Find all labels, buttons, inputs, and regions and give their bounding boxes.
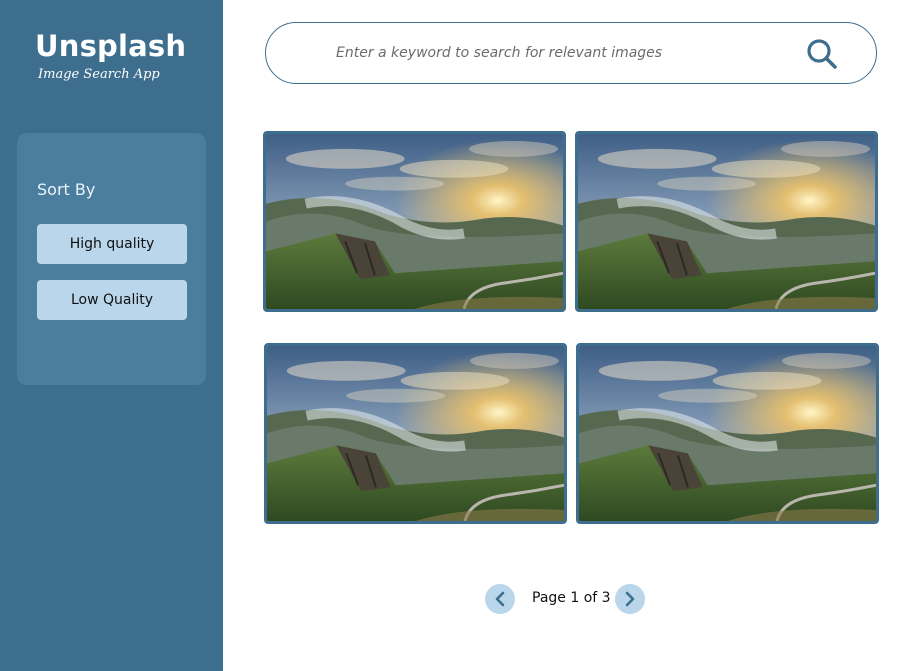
chevron-left-icon <box>495 591 505 607</box>
search-input[interactable] <box>336 37 776 69</box>
search-bar <box>265 22 877 84</box>
sort-panel: Sort By High quality Low Quality <box>17 133 206 385</box>
landscape-image <box>267 346 564 521</box>
landscape-image <box>578 134 875 309</box>
image-card[interactable] <box>575 131 878 312</box>
previous-page-button[interactable] <box>485 584 515 614</box>
sort-by-label: Sort By <box>37 180 96 199</box>
chevron-right-icon <box>625 591 635 607</box>
next-page-button[interactable] <box>615 584 645 614</box>
sidebar: Unsplash Image Search App Sort By High q… <box>0 0 223 671</box>
brand-subtitle: Image Search App <box>38 67 160 82</box>
landscape-image <box>266 134 563 309</box>
image-card[interactable] <box>576 343 879 524</box>
search-icon[interactable] <box>806 38 838 70</box>
image-card[interactable] <box>264 343 567 524</box>
image-card[interactable] <box>263 131 566 312</box>
sort-high-quality-button[interactable]: High quality <box>37 224 187 264</box>
sort-low-quality-button[interactable]: Low Quality <box>37 280 187 320</box>
landscape-image <box>579 346 876 521</box>
brand-title: Unsplash <box>35 29 187 63</box>
page-indicator: Page 1 of 3 <box>532 590 611 606</box>
